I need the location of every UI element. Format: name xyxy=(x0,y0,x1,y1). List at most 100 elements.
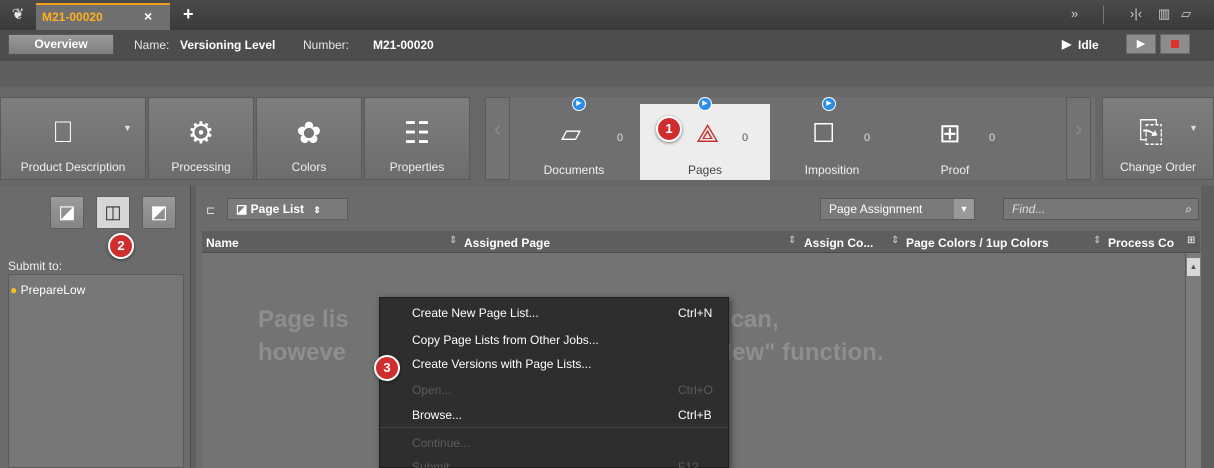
callout-badge-2: 2 xyxy=(108,233,134,259)
tree-toggle-icon[interactable]: ⊏ xyxy=(206,204,215,217)
column-assigned-page[interactable]: Assigned Page xyxy=(464,236,550,250)
colors-button[interactable]: ✿ Colors xyxy=(256,97,362,180)
view-toggle-1[interactable]: ◪ xyxy=(50,196,84,229)
shortcut-ctrl-n: Ctrl+N xyxy=(678,306,713,320)
page-list-view-icon: ◫ xyxy=(104,202,122,222)
step-pages[interactable]: ⟁ 0 Pages xyxy=(640,104,770,180)
documents-label: Documents xyxy=(543,163,605,177)
chevron-down-icon[interactable]: ▼ xyxy=(123,123,132,133)
overview-button[interactable]: Overview xyxy=(8,34,114,55)
name-value: Versioning Level xyxy=(180,38,276,52)
menu-item-copy-page-lists[interactable]: Copy Page Lists from Other Jobs... xyxy=(412,333,599,347)
view-toggle-2[interactable]: ◫ xyxy=(96,196,130,229)
documents-count: 0 xyxy=(617,132,624,144)
change-order-button[interactable]: ⎘ ▼ Change Order xyxy=(1102,97,1214,180)
column-header xyxy=(202,231,1200,253)
pages-play-icon[interactable]: ▶ xyxy=(698,97,712,111)
chevron-double-down-icon[interactable]: » xyxy=(1071,6,1078,21)
step-imposition[interactable]: ☐ 0 Imposition xyxy=(772,104,892,180)
proof-count: 0 xyxy=(989,132,996,144)
menu-item-create-new-page-list[interactable]: Create New Page List... xyxy=(412,306,539,320)
menu-item-submit: Submit... xyxy=(412,460,460,468)
pages-count: 0 xyxy=(742,132,749,144)
page-list-selector-label: Page List xyxy=(250,202,305,216)
shortcut-ctrl-o: Ctrl+O xyxy=(678,383,714,397)
column-page-colors[interactable]: Page Colors / 1up Colors xyxy=(906,236,1049,250)
split-view-icon[interactable]: ›|‹ xyxy=(1130,6,1142,21)
page-list-icon: ◪ xyxy=(236,202,251,216)
app-logo-icon[interactable]: ❦ xyxy=(8,6,28,24)
callout-badge-1: 1 xyxy=(656,116,682,142)
scroll-up-icon[interactable]: ▲ xyxy=(1187,258,1200,276)
vertical-scrollbar[interactable]: ▲ xyxy=(1185,253,1201,468)
change-order-label: Change Order xyxy=(1119,160,1197,174)
submit-item-preparelow[interactable]: ● PrepareLow xyxy=(10,283,85,297)
start-button[interactable]: ▶ xyxy=(1126,34,1156,54)
close-tab-icon[interactable]: × xyxy=(144,8,152,24)
stop-icon xyxy=(1171,40,1179,48)
app-window: ❦ M21-00020 × + » ›|‹ ▥ ▱ Overview Name:… xyxy=(0,0,1214,468)
menu-item-continue: Continue... xyxy=(412,436,471,450)
page-assignment-label: Page Assignment xyxy=(829,202,923,216)
menu-item-open: Open... xyxy=(412,383,452,397)
titlebar-divider xyxy=(1103,6,1104,24)
properties-button[interactable]: ☷ Properties xyxy=(364,97,470,180)
product-description-icon: ⎕ xyxy=(54,116,72,149)
chevron-right-icon: › xyxy=(1074,116,1083,141)
job-tab-label: M21-00020 xyxy=(42,10,103,24)
change-order-icon: ⎘ xyxy=(1139,116,1163,149)
stop-button[interactable] xyxy=(1160,34,1190,54)
sort-icon[interactable]: ⇕ xyxy=(449,235,457,246)
status-play-icon: ▶ xyxy=(1062,37,1072,51)
properties-label: Properties xyxy=(389,160,445,174)
add-tab-button[interactable]: + xyxy=(183,4,194,25)
step-proof[interactable]: ⊞ 0 Proof xyxy=(895,104,1015,180)
imposition-play-icon[interactable]: ▶ xyxy=(822,97,836,111)
chevron-left-icon: ‹ xyxy=(493,116,502,141)
number-label: Number: xyxy=(303,38,350,52)
product-description-label: Product Description xyxy=(20,160,126,174)
tile-view-icon[interactable]: ▱ xyxy=(1181,6,1191,22)
page-list-selector[interactable]: ◪ Page List ⇕ xyxy=(227,198,348,220)
shortcut-f12: F12 xyxy=(678,460,699,468)
callout-badge-3: 3 xyxy=(374,355,400,381)
documents-icon: ▱ xyxy=(561,118,581,148)
column-name[interactable]: Name xyxy=(206,236,239,250)
column-process-co[interactable]: Process Co xyxy=(1108,236,1174,250)
color-circles-icon: ✿ xyxy=(296,117,322,150)
sort-icon[interactable]: ⇕ xyxy=(1093,235,1101,246)
view-toggle-3[interactable]: ◩ xyxy=(142,196,176,229)
column-assign-co[interactable]: Assign Co... xyxy=(804,236,873,250)
imposition-label: Imposition xyxy=(804,163,860,177)
sort-updown-icon: ⇕ xyxy=(313,205,321,215)
name-label: Name: xyxy=(134,38,170,52)
documents-play-icon[interactable]: ▶ xyxy=(572,97,586,111)
proof-label: Proof xyxy=(940,163,970,177)
menu-separator xyxy=(380,427,728,428)
column-chooser-icon[interactable]: ⊞ xyxy=(1187,235,1195,246)
status-label: Idle xyxy=(1078,38,1099,52)
search-icon[interactable]: ⌕ xyxy=(1185,199,1192,219)
menu-item-create-versions[interactable]: Create Versions with Page Lists... xyxy=(412,357,591,371)
proof-icon: ⊞ xyxy=(939,118,961,148)
job-tab[interactable]: M21-00020 × xyxy=(36,3,170,30)
pages-label: Pages xyxy=(687,163,723,177)
chevron-down-icon[interactable]: ▼ xyxy=(954,199,974,219)
processing-label: Processing xyxy=(171,160,231,174)
product-description-button[interactable]: ⎕ ▼ Product Description xyxy=(0,97,146,180)
page-assignment-dropdown[interactable]: Page Assignment ▼ xyxy=(820,198,975,220)
menu-item-browse[interactable]: Browse... xyxy=(412,408,462,422)
documents-view-icon: ◪ xyxy=(58,202,76,222)
submit-to-label: Submit to: xyxy=(8,259,63,273)
sort-icon[interactable]: ⇕ xyxy=(891,235,899,246)
columns-icon[interactable]: ▥ xyxy=(1158,6,1170,22)
processing-button[interactable]: ⚙ Processing xyxy=(148,97,254,180)
imposition-count: 0 xyxy=(864,132,871,144)
find-input[interactable]: Find... ⌕ xyxy=(1003,198,1199,220)
chevron-down-icon[interactable]: ▼ xyxy=(1189,123,1198,133)
step-documents[interactable]: ▱ 0 Documents xyxy=(513,104,635,180)
shortcut-ctrl-b: Ctrl+B xyxy=(678,408,712,422)
workflow-scroll-right[interactable]: › xyxy=(1066,97,1091,180)
workflow-scroll-left[interactable]: ‹ xyxy=(485,97,510,180)
sort-icon[interactable]: ⇕ xyxy=(788,235,796,246)
